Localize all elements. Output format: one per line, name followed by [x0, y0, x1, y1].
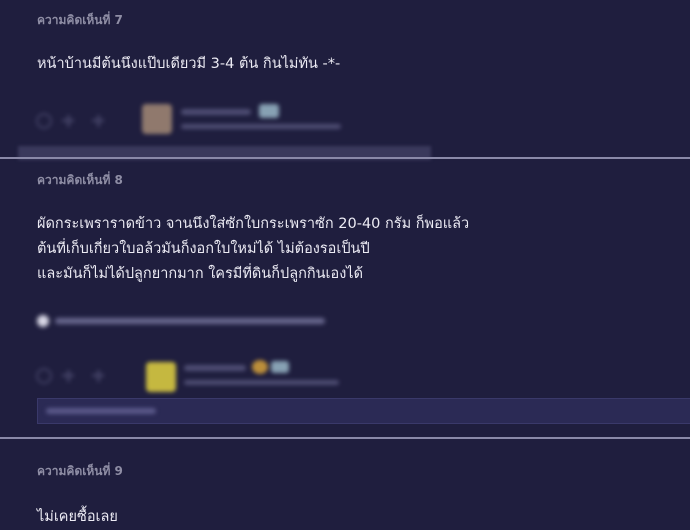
- comment-8-footer: [0, 358, 690, 396]
- timestamp-blurred: [181, 124, 341, 129]
- comment-line: ต้นที่เก็บเกี่ยวใบอล้วมันก็งอกใบใหม่ได้ …: [37, 241, 370, 257]
- divider: [0, 437, 690, 439]
- badge-icon: [252, 360, 268, 374]
- plus-icon[interactable]: [62, 369, 74, 382]
- comment-body: ผัดกระเพราราดข้าว จานนึงใส่ซักใบกระเพราซ…: [37, 212, 469, 287]
- comment-line: ผัดกระเพราราดข้าว จานนึงใส่ซักใบกระเพราซ…: [37, 216, 470, 232]
- comment-label: ความคิดเห็นที่ 9: [37, 464, 123, 478]
- vote-icon[interactable]: [36, 113, 52, 129]
- badge-icon: [271, 361, 289, 373]
- vote-icon[interactable]: [36, 368, 52, 384]
- comment-body: ไม่เคยซื้อเลย: [37, 505, 118, 530]
- reply-input[interactable]: [37, 398, 690, 424]
- divider: [0, 157, 690, 159]
- username-blurred[interactable]: [184, 365, 246, 371]
- avatar[interactable]: [146, 362, 176, 392]
- plus-icon[interactable]: [62, 114, 74, 127]
- emoji-icon[interactable]: [92, 369, 104, 382]
- comment-7-footer: [0, 100, 690, 140]
- comment-label: ความคิดเห็นที่ 8: [37, 173, 123, 187]
- avatar[interactable]: [142, 104, 172, 134]
- badge-icon: [259, 104, 279, 118]
- emoji-icon[interactable]: [92, 114, 104, 127]
- username-blurred[interactable]: [181, 109, 251, 115]
- comment-line: และมันก็ไม่ได้ปลูกยากมาก ใครมีที่ดินก็ปล…: [37, 266, 364, 282]
- comment-label: ความคิดเห็นที่ 7: [37, 13, 123, 27]
- blurred-link[interactable]: [37, 312, 337, 330]
- comment-line: ไม่เคยซื้อเลย: [37, 509, 118, 525]
- comment-body: หน้าบ้านมีต้นนึงแป๊บเดียวมี 3-4 ต้น กินไ…: [37, 52, 340, 77]
- reply-placeholder-blurred: [46, 408, 156, 414]
- timestamp-blurred: [184, 380, 339, 385]
- comment-line: หน้าบ้านมีต้นนึงแป๊บเดียวมี 3-4 ต้น กินไ…: [37, 56, 341, 72]
